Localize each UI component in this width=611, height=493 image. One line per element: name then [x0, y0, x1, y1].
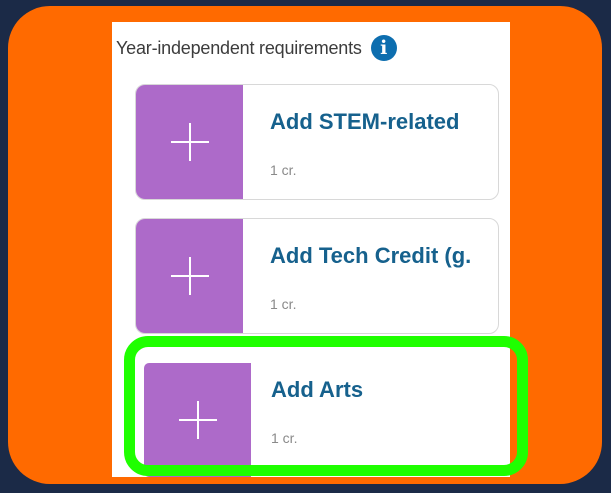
plus-icon — [170, 123, 209, 161]
section-header: Year-independent requirements i — [116, 34, 397, 62]
plus-icon — [170, 257, 209, 295]
add-stem-button[interactable] — [136, 85, 243, 199]
card-title[interactable]: Add Tech Credit (g. — [270, 243, 471, 269]
highlight-box — [124, 336, 528, 476]
requirement-card-stem[interactable]: Add STEM-related 1 cr. — [135, 84, 499, 200]
info-icon[interactable]: i — [370, 35, 397, 61]
card-title[interactable]: Add STEM-related — [270, 109, 459, 135]
card-credits: 1 cr. — [270, 296, 297, 312]
card-credits: 1 cr. — [270, 162, 297, 178]
add-tech-button[interactable] — [136, 219, 243, 333]
requirement-card-tech[interactable]: Add Tech Credit (g. 1 cr. — [135, 218, 499, 334]
section-title: Year-independent requirements — [116, 37, 362, 58]
